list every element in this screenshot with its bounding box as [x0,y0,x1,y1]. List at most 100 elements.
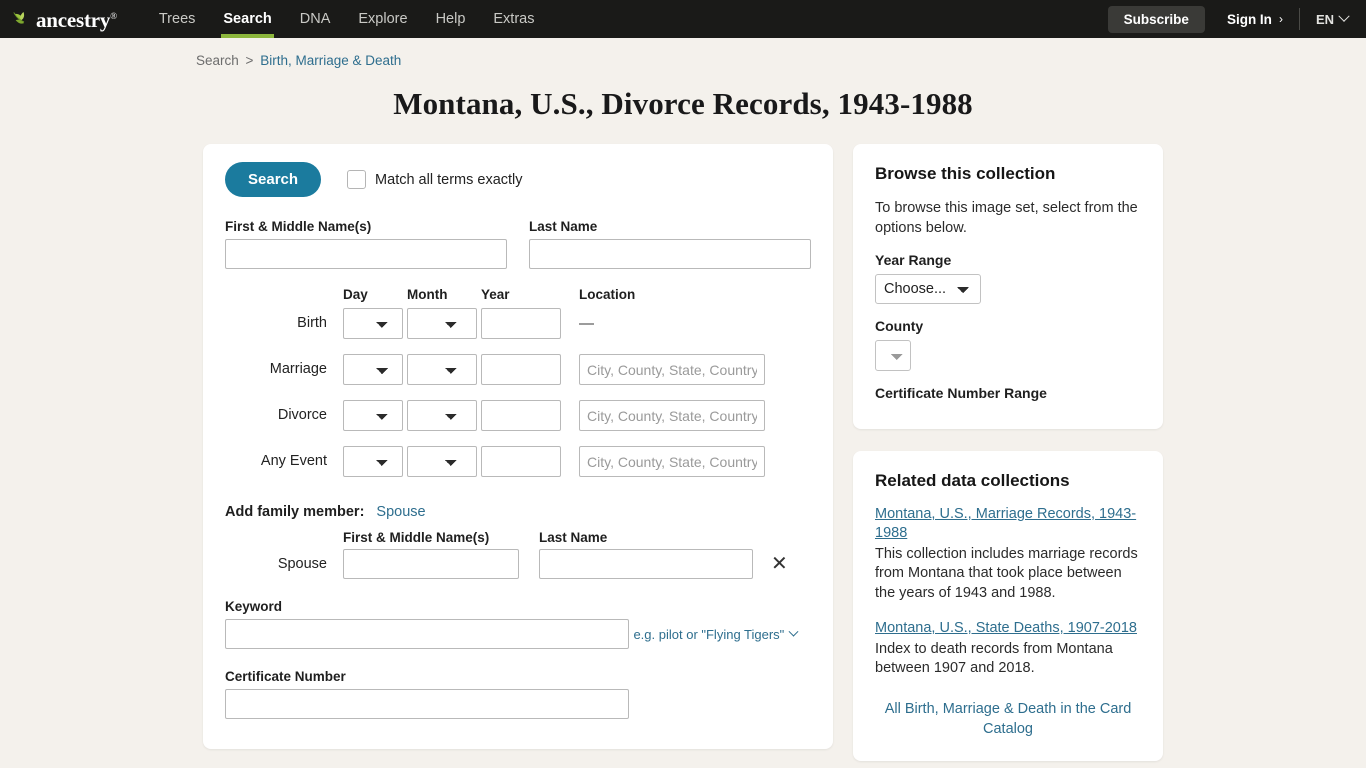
spouse-last-name-input[interactable] [539,549,753,579]
birth-year-input[interactable] [481,308,561,339]
spouse-header-spacer [225,530,343,545]
event-header-year: Year [481,287,510,302]
first-name-label: First & Middle Name(s) [225,219,372,234]
marriage-month-select[interactable] [407,354,477,385]
chevron-down-icon [788,626,799,637]
first-name-input[interactable] [225,239,507,269]
year-range-select[interactable]: Choose... [875,274,981,304]
sign-in-label: Sign In [1226,11,1272,27]
last-name-input[interactable] [529,239,811,269]
any-event-month-select[interactable] [407,446,477,477]
language-selector[interactable]: EN [1300,10,1352,27]
spouse-row: Spouse ✕ [225,549,811,579]
nav-right-group: Subscribe Sign In › EN [1107,0,1352,38]
add-family-member-row: Add family member: Spouse [225,504,811,520]
top-navigation-bar: ancestry® Trees Search DNA Explore Help … [0,0,1366,38]
birth-location-unavailable: — [579,315,594,332]
language-label: EN [1315,11,1334,27]
divorce-day-select[interactable] [343,400,403,431]
nav-item-trees[interactable]: Trees [145,0,210,38]
birth-day-select[interactable] [343,308,403,339]
any-event-location-input[interactable] [579,446,765,477]
keyword-input[interactable] [225,619,629,649]
grid-gap [561,308,579,354]
certificate-number-range-label: Certificate Number Range [875,385,1047,401]
ancestry-leaf-icon [12,8,34,30]
match-exact-checkbox-wrapper[interactable]: Match all terms exactly [347,170,523,189]
nav-item-extras[interactable]: Extras [479,0,548,38]
marriage-location-input[interactable] [579,354,765,385]
birth-month-select[interactable] [407,308,477,339]
spouse-column-headers: First & Middle Name(s) Last Name [225,530,811,545]
card-catalog-link[interactable]: All Birth, Marriage & Death in the Card … [875,700,1141,739]
county-select[interactable] [875,340,911,371]
certificate-number-label: Certificate Number [225,669,346,684]
page-title: Montana, U.S., Divorce Records, 1943-198… [393,86,973,121]
certificate-number-group: Certificate Number [225,669,811,719]
breadcrumb-root[interactable]: Search [196,53,239,68]
breadcrumb: Search > Birth, Marriage & Death [0,38,1366,68]
related-collection-link-1[interactable]: Montana, U.S., Marriage Records, 1943-19… [875,505,1141,544]
related-collection-link-2[interactable]: Montana, U.S., State Deaths, 1907-2018 [875,619,1141,638]
certificate-number-input[interactable] [225,689,629,719]
spouse-first-name-input[interactable] [343,549,519,579]
year-range-label: Year Range [875,252,952,268]
divorce-location-input[interactable] [579,400,765,431]
event-label-marriage: Marriage [269,361,327,377]
county-label: County [875,318,924,334]
any-event-day-select[interactable] [343,446,403,477]
first-name-group: First & Middle Name(s) [225,219,507,269]
browse-collection-card: Browse this collection To browse this im… [853,144,1163,429]
marriage-year-input[interactable] [481,354,561,385]
event-header-month: Month [407,287,448,302]
breadcrumb-current[interactable]: Birth, Marriage & Death [260,53,401,68]
spouse-header-first-name: First & Middle Name(s) [343,530,490,545]
nav-item-help[interactable]: Help [422,0,480,38]
chevron-down-icon [1338,10,1350,22]
event-label-any-event: Any Event [260,453,327,469]
search-button[interactable]: Search [225,162,322,197]
nav-item-dna[interactable]: DNA [286,0,345,38]
event-fields-grid: Day Month Year Location Birth — Marriage [225,287,811,492]
add-spouse-link[interactable]: Spouse [376,504,425,520]
event-grid-corner [225,287,343,308]
grid-gap [561,354,579,400]
event-header-location: Location [579,287,636,302]
related-collection-description-1: This collection includes marriage record… [875,545,1138,601]
search-form-card: Search Match all terms exactly First & M… [203,144,833,749]
match-exact-checkbox[interactable] [347,170,367,189]
grid-gap [561,400,579,446]
match-exact-label: Match all terms exactly [375,171,523,188]
nav-item-search[interactable]: Search [209,0,285,38]
search-action-row: Search Match all terms exactly [225,162,811,197]
any-event-year-input[interactable] [481,446,561,477]
related-collection-description-2: Index to death records from Montana betw… [875,640,1113,676]
subscribe-button[interactable]: Subscribe [1107,5,1205,33]
event-header-day: Day [343,287,368,302]
related-collections-title: Related data collections [875,471,1070,490]
marriage-day-select[interactable] [343,354,403,385]
grid-gap [561,287,579,308]
divorce-month-select[interactable] [407,400,477,431]
browse-collection-title: Browse this collection [875,164,1056,183]
add-family-member-label: Add family member: [225,504,365,520]
nav-item-explore[interactable]: Explore [344,0,421,38]
remove-spouse-icon[interactable]: ✕ [767,554,797,574]
sign-in-button[interactable]: Sign In › [1205,8,1299,30]
browse-collection-description: To browse this image set, select from th… [875,200,1138,236]
event-label-divorce: Divorce [277,407,327,423]
spouse-header-last-name: Last Name [539,530,608,545]
last-name-group: Last Name [529,219,811,269]
divorce-year-input[interactable] [481,400,561,431]
related-collections-card: Related data collections Montana, U.S., … [853,451,1163,762]
spouse-row-label: Spouse [277,556,327,572]
main-layout: Search Match all terms exactly First & M… [203,144,1163,762]
keyword-hint-toggle[interactable]: e.g. pilot or "Flying Tigers" [633,626,799,642]
name-fields-row: First & Middle Name(s) Last Name [225,219,811,269]
grid-gap [561,446,579,492]
chevron-right-icon: › [1278,12,1283,26]
breadcrumb-separator: > [245,53,254,68]
ancestry-logo[interactable]: ancestry® [12,8,117,30]
last-name-label: Last Name [529,219,598,234]
event-label-birth: Birth [297,315,327,331]
